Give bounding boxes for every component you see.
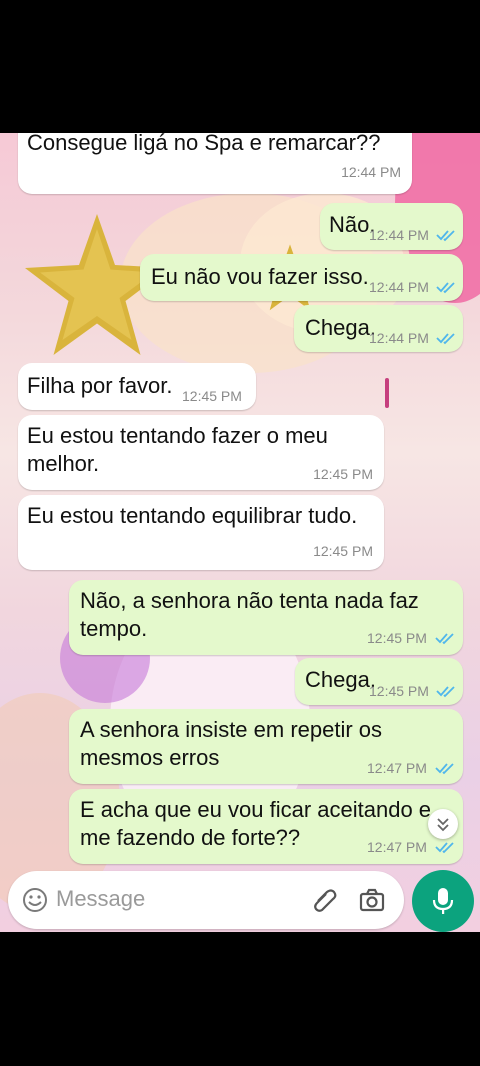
message-time: 12:45 PM bbox=[313, 466, 373, 482]
scroll-down-button[interactable] bbox=[428, 809, 458, 839]
message-time: 12:47 PM bbox=[367, 839, 427, 855]
chat-screen: Consegue ligá no Spa e remarcar?? 12:44 … bbox=[0, 133, 480, 932]
message-text-line2: tempo. bbox=[80, 616, 148, 641]
message-text-line2: mesmos erros bbox=[80, 745, 220, 770]
message-outgoing[interactable]: Chega. 12:44 PM bbox=[294, 305, 463, 352]
emoji-icon[interactable] bbox=[22, 887, 48, 913]
message-text-line2: me fazendo de forte?? bbox=[80, 825, 301, 850]
message-time: 12:44 PM bbox=[341, 164, 401, 180]
read-ticks-icon bbox=[436, 333, 455, 345]
camera-icon[interactable] bbox=[358, 886, 386, 914]
message-outgoing[interactable]: A senhora insiste em repetir os mesmos e… bbox=[69, 709, 463, 784]
message-time: 12:45 PM bbox=[367, 630, 427, 646]
message-time: 12:44 PM bbox=[369, 330, 429, 346]
read-ticks-icon bbox=[435, 842, 454, 854]
message-time: 12:45 PM bbox=[313, 543, 373, 559]
message-text: A senhora insiste em repetir os bbox=[80, 717, 383, 742]
message-text: Filha por favor. bbox=[27, 373, 173, 398]
read-ticks-icon bbox=[435, 633, 454, 645]
message-time: 12:45 PM bbox=[369, 683, 429, 699]
message-time: 12:44 PM bbox=[369, 227, 429, 243]
mic-button[interactable] bbox=[412, 870, 474, 932]
message-outgoing[interactable]: Chega. 12:45 PM bbox=[295, 658, 463, 705]
message-outgoing[interactable]: Não, a senhora não tenta nada faz tempo.… bbox=[69, 580, 463, 655]
message-incoming[interactable]: Eu estou tentando fazer o meu melhor. 12… bbox=[18, 415, 384, 490]
read-ticks-icon bbox=[435, 763, 454, 775]
message-text-line2: melhor. bbox=[27, 451, 100, 476]
message-composer: Message bbox=[8, 871, 404, 929]
wallpaper-dot bbox=[385, 378, 389, 408]
message-incoming[interactable]: Filha por favor. 12:45 PM bbox=[18, 363, 256, 410]
scroll-down-icon bbox=[437, 818, 449, 832]
message-text: Eu não vou fazer isso. bbox=[151, 264, 369, 289]
message-text: E acha que eu vou ficar aceitando e bbox=[80, 797, 432, 822]
attach-icon[interactable] bbox=[310, 886, 338, 914]
read-ticks-icon bbox=[436, 686, 455, 698]
message-incoming[interactable]: Consegue ligá no Spa e remarcar?? 12:44 … bbox=[18, 133, 412, 194]
message-incoming[interactable]: Eu estou tentando equilibrar tudo. 12:45… bbox=[18, 495, 384, 570]
message-input[interactable]: Message bbox=[56, 886, 145, 912]
message-outgoing[interactable]: E acha que eu vou ficar aceitando e me f… bbox=[69, 789, 463, 864]
message-time: 12:47 PM bbox=[367, 760, 427, 776]
message-text: Eu estou tentando fazer o meu bbox=[27, 423, 328, 448]
read-ticks-icon bbox=[436, 282, 455, 294]
mic-icon bbox=[432, 888, 454, 914]
read-ticks-icon bbox=[436, 230, 455, 242]
message-time: 12:45 PM bbox=[182, 388, 242, 404]
message-text: Não, a senhora não tenta nada faz bbox=[80, 588, 419, 613]
message-text: Chega. bbox=[305, 667, 376, 692]
message-time: 12:44 PM bbox=[369, 279, 429, 295]
message-text: Chega. bbox=[305, 315, 376, 340]
message-outgoing[interactable]: Eu não vou fazer isso. 12:44 PM bbox=[140, 254, 463, 301]
message-text: Eu estou tentando equilibrar tudo. bbox=[27, 503, 358, 528]
message-text: Consegue ligá no Spa e remarcar?? bbox=[27, 133, 381, 155]
message-outgoing[interactable]: Não. 12:44 PM bbox=[320, 203, 463, 250]
